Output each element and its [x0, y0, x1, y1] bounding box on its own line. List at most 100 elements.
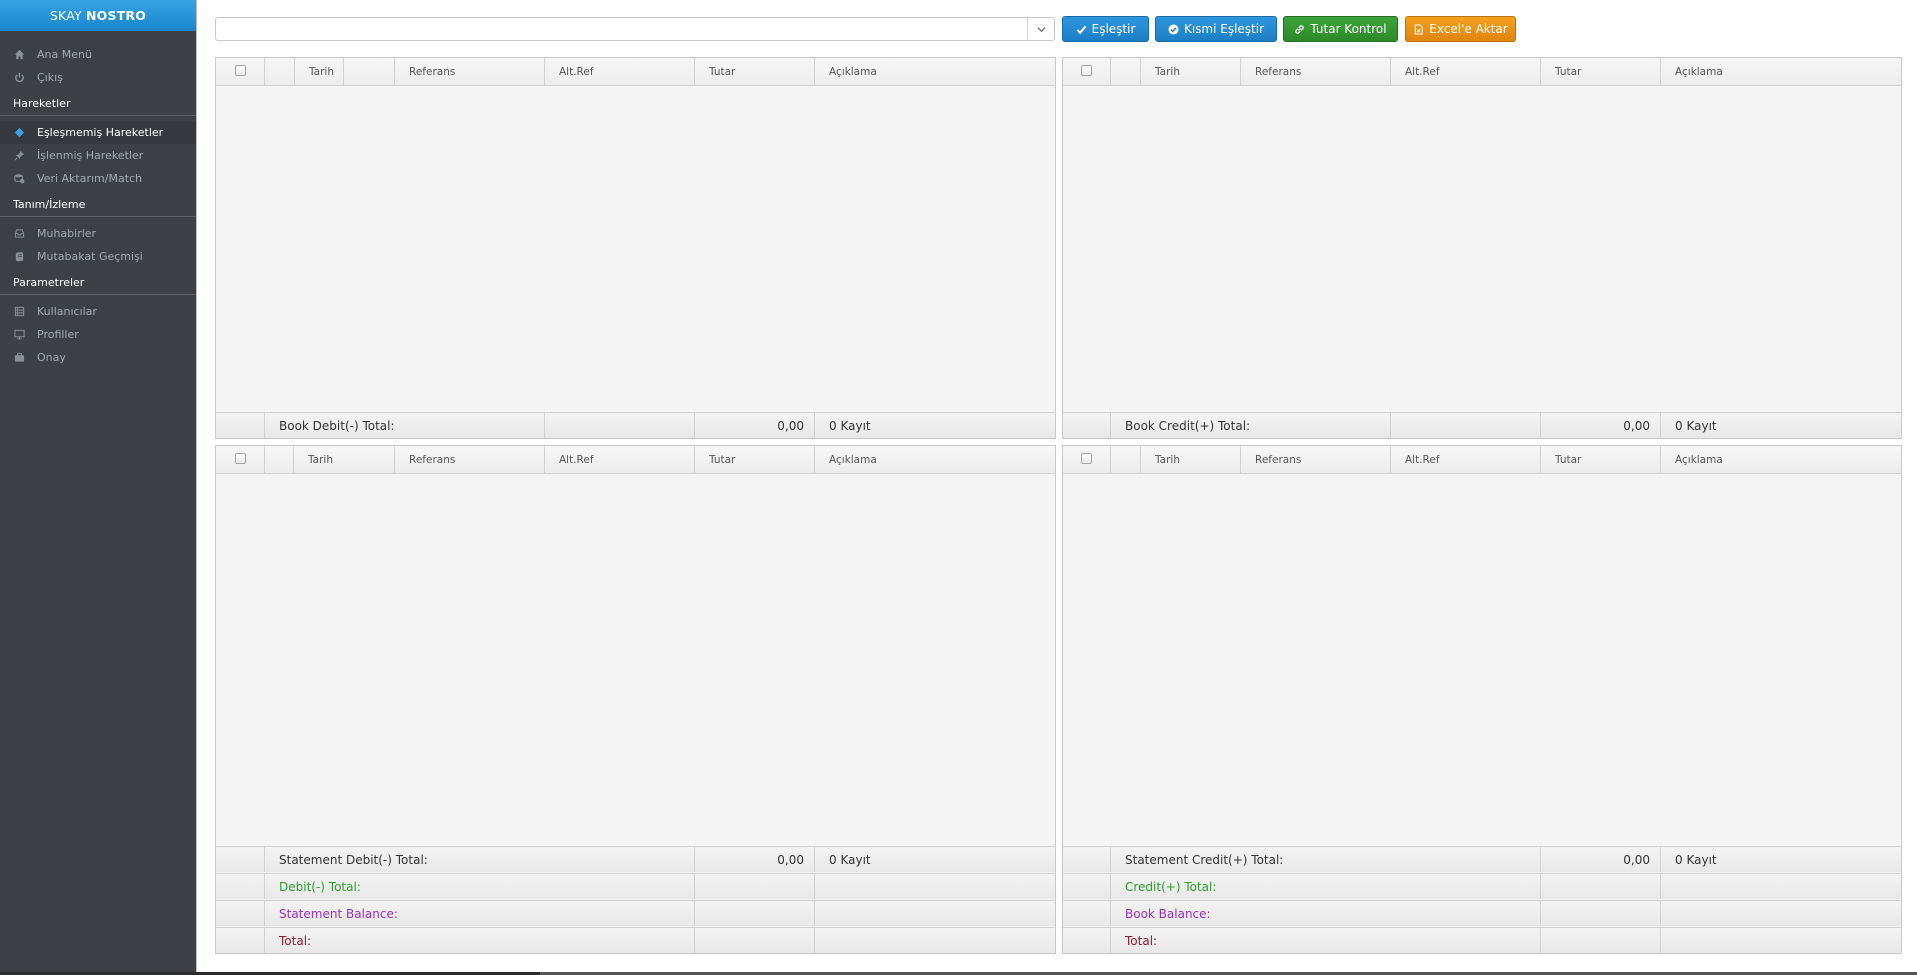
footer-spacer	[216, 901, 265, 926]
grid-footer-credit-total: Credit(+) Total:	[1063, 873, 1901, 899]
match-button[interactable]: Eşleştir	[1062, 16, 1149, 42]
pin-icon	[13, 150, 25, 162]
sidebar-item-label: Profiller	[37, 328, 79, 341]
sidebar-item-veri-aktarim[interactable]: Veri Aktarım/Match	[0, 167, 196, 190]
grid-footer-total: Statement Debit(-) Total: 0,00 0 Kayıt	[216, 846, 1055, 872]
footer-total-value: 0,00	[695, 847, 815, 872]
check-icon	[1076, 25, 1086, 34]
sidebar-item-label: Onay	[37, 351, 66, 364]
sidebar-item-label: Eşleşmemiş Hareketler	[37, 126, 164, 139]
footer-total-label: Statement Debit(-) Total:	[265, 847, 695, 872]
grid-footer-total: Statement Credit(+) Total: 0,00 0 Kayıt	[1063, 846, 1901, 872]
sidebar-item-profiller[interactable]: Profiller	[0, 323, 196, 346]
grid-footer-grand-total: Total:	[216, 927, 1055, 953]
database-icon	[13, 173, 25, 185]
column-header-aciklama[interactable]: Açıklama	[1661, 58, 1901, 85]
sidebar-item-ana-menu[interactable]: Ana Menü	[0, 43, 196, 66]
book-credit-grid: Tarih Referans Alt.Ref Tutar Açıklama Bo…	[1062, 57, 1902, 439]
select-all-checkbox-cell	[1063, 446, 1111, 473]
footer-total-label: Book Debit(-) Total:	[265, 413, 545, 438]
account-select[interactable]	[215, 17, 1055, 41]
column-header-alt-ref[interactable]: Alt.Ref	[545, 58, 695, 85]
sidebar-item-islenmis-hareketler[interactable]: İşlenmiş Hareketler	[0, 144, 196, 167]
export-excel-button[interactable]: Excel'e Aktar	[1405, 16, 1516, 42]
column-header-referans[interactable]: Referans	[1241, 446, 1391, 473]
select-all-checkbox[interactable]	[1081, 65, 1092, 76]
footer-empty	[815, 874, 1055, 899]
column-header-empty	[1111, 58, 1141, 85]
credit-total-label: Credit(+) Total:	[1111, 874, 1541, 899]
grid-header: Tarih Referans Alt.Ref Tutar Açıklama	[216, 446, 1055, 474]
column-header-tarih[interactable]: Tarih	[1141, 446, 1241, 473]
grand-total-label: Total:	[1111, 928, 1541, 953]
column-header-referans[interactable]: Referans	[1241, 58, 1391, 85]
sidebar-item-cikis[interactable]: Çıkış	[0, 66, 196, 89]
footer-empty	[815, 901, 1055, 926]
sidebar-section-hareketler: Hareketler	[0, 93, 196, 116]
footer-spacer	[1063, 928, 1111, 953]
app-brand[interactable]: SKAY NOSTRO	[0, 0, 196, 31]
column-header-alt-ref[interactable]: Alt.Ref	[545, 446, 695, 473]
check-circle-icon	[1168, 23, 1179, 35]
column-header-tarih[interactable]: Tarih	[294, 58, 395, 85]
footer-spacer	[216, 928, 265, 953]
column-header-alt-ref[interactable]: Alt.Ref	[1391, 446, 1541, 473]
amount-check-button[interactable]: Tutar Kontrol	[1283, 16, 1398, 42]
export-excel-button-label: Excel'e Aktar	[1429, 22, 1508, 36]
inbox-icon	[13, 228, 25, 240]
sidebar-item-muhabirler[interactable]: Muhabirler	[0, 222, 196, 245]
footer-record-count: 0 Kayıt	[829, 418, 871, 433]
footer-total-label: Statement Credit(+) Total:	[1111, 847, 1541, 872]
footer-total-label: Book Credit(+) Total:	[1111, 413, 1391, 438]
column-header-aciklama[interactable]: Açıklama	[815, 58, 1055, 85]
footer-record-count: 0 Kayıt	[1675, 418, 1717, 433]
column-header-empty	[1111, 446, 1141, 473]
sidebar-section-tanim-izleme: Tanım/İzleme	[0, 194, 196, 217]
select-all-checkbox-cell	[216, 58, 265, 85]
footer-empty	[815, 928, 1055, 953]
column-header-tarih[interactable]: Tarih	[294, 446, 395, 473]
grid-header: Tarih Referans Alt.Ref Tutar Açıklama	[1063, 58, 1901, 86]
grand-total-value	[1541, 928, 1661, 953]
select-all-checkbox[interactable]	[234, 65, 246, 76]
footer-record-count: 0 Kayıt	[829, 852, 871, 867]
sidebar-item-eslesmemis-hareketler[interactable]: Eşleşmemiş Hareketler	[0, 121, 196, 144]
column-header-alt-ref[interactable]: Alt.Ref	[1391, 58, 1541, 85]
select-all-checkbox[interactable]	[1081, 453, 1092, 464]
sidebar-item-label: Mutabakat Geçmişi	[37, 250, 143, 263]
sidebar-item-label: Veri Aktarım/Match	[37, 172, 143, 185]
link-icon	[1295, 24, 1305, 34]
book-balance-value	[1541, 901, 1661, 926]
book-debit-grid: Tarih Referans Alt.Ref Tutar Açıklama Bo…	[215, 57, 1056, 439]
sidebar-item-label: Çıkış	[37, 71, 63, 84]
partial-match-button[interactable]: Kısmi Eşleştir	[1155, 16, 1277, 42]
grand-total-value	[695, 928, 815, 953]
sidebar-item-mutabakat-gecmisi[interactable]: Mutabakat Geçmişi	[0, 245, 196, 268]
sidebar-item-kullanicilar[interactable]: Kullanıcılar	[0, 300, 196, 323]
sidebar-item-onay[interactable]: Onay	[0, 346, 196, 369]
sidebar-section-parametreler: Parametreler	[0, 272, 196, 295]
grid-footer-total: Book Debit(-) Total: 0,00 0 Kayıt	[216, 412, 1055, 438]
column-header-tutar[interactable]: Tutar	[695, 446, 815, 473]
grid-header: Tarih Referans Alt.Ref Tutar Açıklama	[216, 58, 1055, 86]
column-header-referans[interactable]: Referans	[395, 58, 545, 85]
column-header-tarih[interactable]: Tarih	[1141, 58, 1241, 85]
grid-footer-debit-total: Debit(-) Total:	[216, 873, 1055, 899]
grid-header: Tarih Referans Alt.Ref Tutar Açıklama	[1063, 446, 1901, 474]
sidebar-divider	[196, 0, 197, 975]
book-balance-label: Book Balance:	[1111, 901, 1541, 926]
partial-match-button-label: Kısmi Eşleştir	[1183, 22, 1265, 36]
column-header-aciklama[interactable]: Açıklama	[1661, 446, 1901, 473]
column-header-tutar[interactable]: Tutar	[1541, 446, 1661, 473]
select-all-checkbox[interactable]	[234, 453, 246, 464]
statement-balance-label: Statement Balance:	[265, 901, 695, 926]
grid-footer-total: Book Credit(+) Total: 0,00 0 Kayıt	[1063, 412, 1901, 438]
chevron-down-icon[interactable]	[1027, 18, 1054, 40]
column-header-referans[interactable]: Referans	[395, 446, 545, 473]
column-header-tutar[interactable]: Tutar	[1541, 58, 1661, 85]
sidebar-item-label: Ana Menü	[37, 48, 92, 61]
column-header-aciklama[interactable]: Açıklama	[815, 446, 1055, 473]
column-header-tutar[interactable]: Tutar	[695, 58, 815, 85]
footer-empty	[1661, 874, 1901, 899]
statement-balance-value	[695, 901, 815, 926]
